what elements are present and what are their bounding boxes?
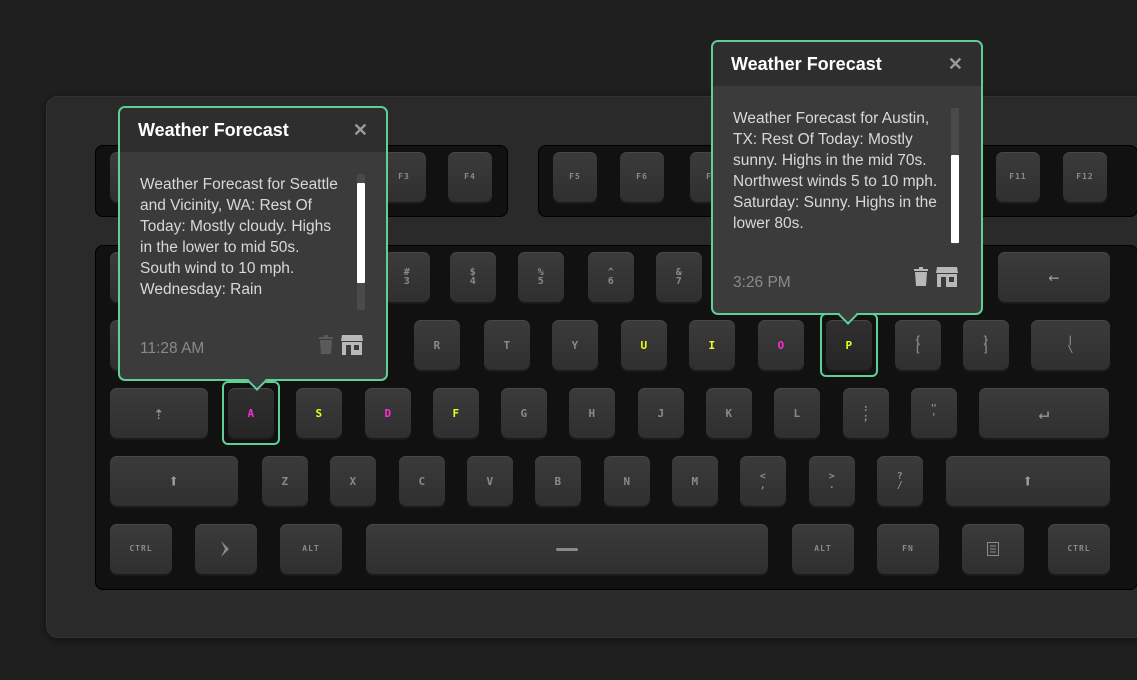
- popup-actions: [913, 266, 959, 293]
- key-f3[interactable]: F3: [382, 152, 426, 202]
- popup-body[interactable]: Weather Forecast for Austin, TX: Rest Of…: [733, 108, 961, 236]
- key-num-6[interactable]: ^ 6: [588, 252, 634, 302]
- key-shift-5[interactable]: B: [535, 456, 581, 506]
- popup-title: Weather Forecast: [138, 119, 289, 140]
- key-top-8[interactable]: I: [689, 320, 735, 370]
- popup-header: Weather Forecast ✕: [713, 42, 981, 86]
- key-top-5[interactable]: T: [484, 320, 530, 370]
- close-icon[interactable]: ✕: [353, 120, 368, 141]
- store-icon[interactable]: [935, 266, 959, 293]
- key-f11[interactable]: F11: [996, 152, 1040, 202]
- space-bar-indicator: [556, 547, 578, 551]
- key-fn[interactable]: FN: [877, 524, 939, 574]
- popup-message: Weather Forecast for Seattle and Vicinit…: [140, 176, 338, 298]
- key-num-7[interactable]: & 7: [656, 252, 702, 302]
- key-alt-left[interactable]: ALT: [280, 524, 342, 574]
- key-top-9[interactable]: O: [758, 320, 804, 370]
- key-shift-9[interactable]: > .: [809, 456, 855, 506]
- key-f6[interactable]: F6: [620, 152, 664, 202]
- key-shift-3[interactable]: C: [399, 456, 445, 506]
- key-shift-6[interactable]: N: [604, 456, 650, 506]
- store-icon[interactable]: [340, 334, 364, 361]
- key-f12[interactable]: F12: [1063, 152, 1107, 202]
- key-num-3[interactable]: # 3: [384, 252, 430, 302]
- key-home-6[interactable]: H: [569, 388, 615, 438]
- key-alt-right[interactable]: ALT: [792, 524, 854, 574]
- key-home-3[interactable]: D: [365, 388, 411, 438]
- key-backspace[interactable]: ←: [998, 252, 1110, 302]
- key-shift-2[interactable]: X: [330, 456, 376, 506]
- key-shift-11[interactable]: ⬆: [946, 456, 1110, 506]
- menu-icon: [987, 542, 999, 556]
- key-top-7[interactable]: U: [621, 320, 667, 370]
- popup-actions: [318, 334, 364, 361]
- key-ctrl-left[interactable]: CTRL: [110, 524, 172, 574]
- key-shift-7[interactable]: M: [672, 456, 718, 506]
- key-shift-8[interactable]: < ,: [740, 456, 786, 506]
- popup-header: Weather Forecast ✕: [120, 108, 386, 152]
- key-home-11[interactable]: " ': [911, 388, 957, 438]
- popup-message: Weather Forecast for Austin, TX: Rest Of…: [733, 110, 938, 232]
- key-home-7[interactable]: J: [638, 388, 684, 438]
- popup-body[interactable]: Weather Forecast for Seattle and Vicinit…: [140, 174, 366, 302]
- key-top-4[interactable]: R: [414, 320, 460, 370]
- key-num-5[interactable]: % 5: [518, 252, 564, 302]
- key-top-13[interactable]: | \: [1031, 320, 1110, 370]
- popup-scrollbar[interactable]: [951, 108, 959, 244]
- popup-scrollbar-thumb[interactable]: [357, 183, 365, 283]
- trash-icon[interactable]: [913, 267, 929, 292]
- popup-scrollbar[interactable]: [357, 174, 365, 310]
- key-top-12[interactable]: } ]: [963, 320, 1009, 370]
- popup-scrollbar-thumb[interactable]: [951, 155, 959, 243]
- logo-key[interactable]: [195, 524, 257, 574]
- brand-logo-icon: [221, 541, 229, 557]
- key-shift-4[interactable]: V: [467, 456, 513, 506]
- key-home-0[interactable]: ⇡: [110, 388, 208, 438]
- selected-key-outline: [222, 381, 280, 445]
- keyboard-app: F1F2F3F4F5F6F7F8F9F10F11F12~ `! 1@ 2# 3$…: [0, 0, 1137, 680]
- key-shift-10[interactable]: ? /: [877, 456, 923, 506]
- key-num-4[interactable]: $ 4: [450, 252, 496, 302]
- popup-timestamp: 11:28 AM: [140, 340, 205, 357]
- key-home-2[interactable]: S: [296, 388, 342, 438]
- key-shift-1[interactable]: Z: [262, 456, 308, 506]
- weather-popup-austin: Weather Forecast ✕ Weather Forecast for …: [711, 40, 983, 325]
- trash-icon[interactable]: [318, 335, 334, 360]
- key-top-6[interactable]: Y: [552, 320, 598, 370]
- key-shift-0[interactable]: ⬆: [110, 456, 238, 506]
- key-ctrl-right[interactable]: CTRL: [1048, 524, 1110, 574]
- key-home-5[interactable]: G: [501, 388, 547, 438]
- key-f4[interactable]: F4: [448, 152, 492, 202]
- key-f5[interactable]: F5: [553, 152, 597, 202]
- key-menu[interactable]: [962, 524, 1024, 574]
- key-top-11[interactable]: { [: [895, 320, 941, 370]
- close-icon[interactable]: ✕: [948, 54, 963, 75]
- key-home-9[interactable]: L: [774, 388, 820, 438]
- key-home-12[interactable]: ↵: [979, 388, 1109, 438]
- key-home-4[interactable]: F: [433, 388, 479, 438]
- key-space[interactable]: [366, 524, 768, 574]
- key-home-10[interactable]: : ;: [843, 388, 889, 438]
- weather-popup-seattle: Weather Forecast ✕ Weather Forecast for …: [118, 106, 388, 391]
- key-home-8[interactable]: K: [706, 388, 752, 438]
- popup-timestamp: 3:26 PM: [733, 274, 791, 291]
- popup-title: Weather Forecast: [731, 53, 882, 74]
